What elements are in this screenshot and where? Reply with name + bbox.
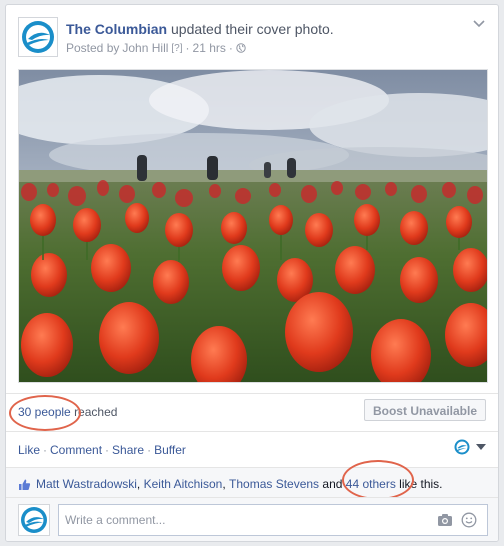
divider (6, 431, 498, 432)
comma: , (222, 477, 226, 491)
likes-summary: Matt Wastradowski, Keith Aitchison, Thom… (18, 477, 443, 491)
emoji-icon[interactable] (461, 512, 477, 528)
columbian-logo-icon (454, 439, 470, 455)
liker-link[interactable]: Thomas Stevens (229, 477, 319, 491)
and-label: and (322, 477, 343, 491)
action-sep: · (43, 443, 48, 457)
buffer-link[interactable]: Buffer (154, 443, 186, 457)
post-time-link[interactable]: 21 hrs (193, 41, 226, 55)
others-link[interactable]: 44 others (346, 477, 396, 491)
chevron-down-icon[interactable] (472, 19, 486, 29)
globe-icon[interactable] (236, 43, 246, 53)
comma: , (136, 477, 141, 491)
caret-down-icon (476, 444, 486, 450)
tulip-photo-image (19, 70, 487, 382)
commenter-avatar (18, 504, 50, 536)
meta-dot: · (185, 41, 190, 55)
post-meta: Posted by John Hill [?] · 21 hrs · (66, 41, 246, 55)
liker-link[interactable]: Keith Aitchison (144, 477, 223, 491)
columbian-logo-icon (21, 507, 47, 533)
post-actions: Like · Comment · Share · Buffer (18, 443, 186, 457)
reach-stats: 30 people reached (18, 405, 117, 419)
post-action-text: updated their cover photo. (171, 21, 334, 37)
action-sep: · (105, 443, 110, 457)
post-card: The Columbian updated their cover photo.… (5, 4, 499, 542)
comment-link[interactable]: Comment (50, 443, 102, 457)
help-marker[interactable]: [?] (171, 43, 182, 54)
page-name-link[interactable]: The Columbian (66, 21, 167, 37)
meta-dot-2: · (228, 41, 233, 55)
share-link[interactable]: Share (112, 443, 144, 457)
divider (6, 393, 498, 394)
cover-photo[interactable] (18, 69, 488, 383)
comment-input[interactable]: Write a comment... (58, 504, 488, 536)
post-header-title: The Columbian updated their cover photo. (66, 20, 334, 38)
action-sep: · (147, 443, 152, 457)
author-link[interactable]: John Hill (122, 41, 168, 55)
comment-placeholder: Write a comment... (65, 513, 166, 527)
like-this-label: like this. (399, 477, 443, 491)
people-reached-link[interactable]: 30 people (18, 405, 71, 419)
columbian-logo-icon (22, 21, 54, 53)
reached-label: reached (74, 405, 118, 419)
liker-link[interactable]: Matt Wastradowski (36, 477, 137, 491)
likes-summary-bar: Matt Wastradowski, Keith Aitchison, Thom… (6, 467, 498, 498)
page-identity-selector[interactable] (454, 439, 486, 455)
posted-by-label: Posted by (66, 41, 120, 55)
page-avatar[interactable] (18, 17, 58, 57)
comment-composer: Write a comment... (6, 497, 498, 541)
camera-icon[interactable] (437, 513, 453, 527)
thumbs-up-icon (19, 479, 31, 490)
boost-unavailable-button[interactable]: Boost Unavailable (364, 399, 486, 421)
like-link[interactable]: Like (18, 443, 40, 457)
